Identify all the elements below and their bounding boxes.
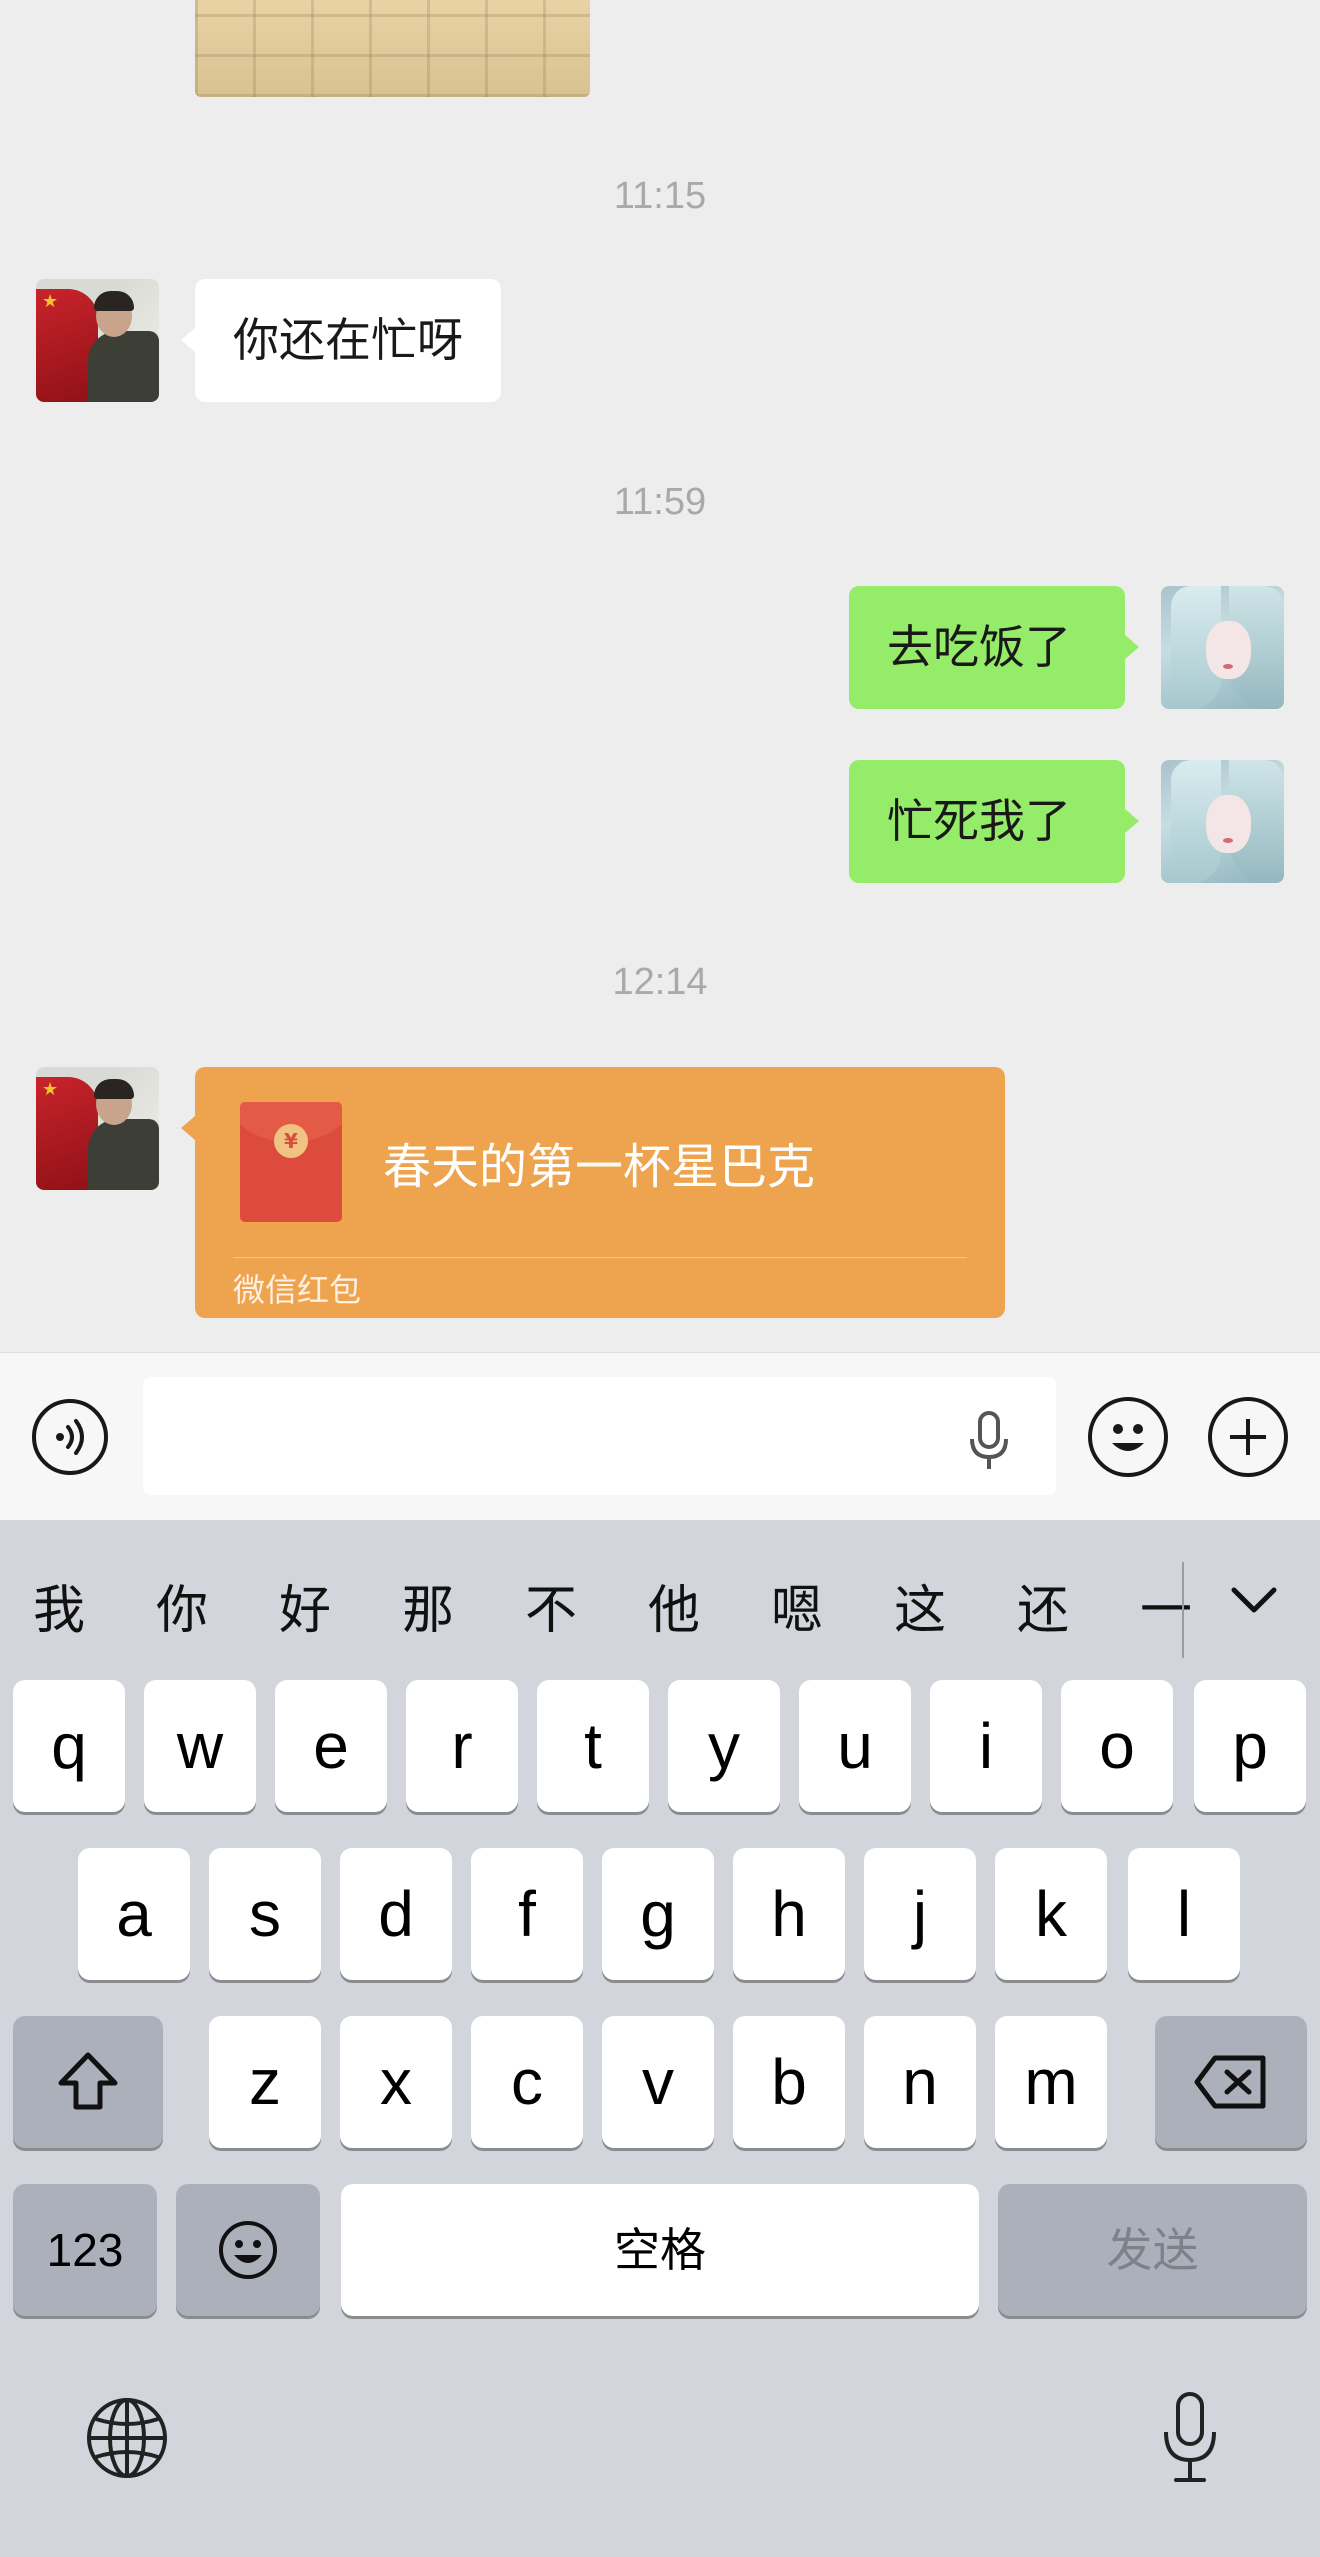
key-a[interactable]: a (78, 1848, 190, 1980)
red-packet-icon: ¥ (240, 1102, 342, 1222)
candidate-word[interactable]: 那 (402, 1568, 454, 1643)
candidate-divider (1182, 1562, 1184, 1658)
message-bubble-incoming[interactable]: 你还在忙呀 (195, 279, 501, 402)
candidate-word[interactable]: 这 (894, 1568, 946, 1643)
key-s[interactable]: s (209, 1848, 321, 1980)
microphone-icon[interactable] (962, 1409, 1016, 1473)
candidate-word[interactable]: 还 (1017, 1568, 1069, 1643)
numbers-key[interactable]: 123 (13, 2184, 157, 2316)
key-k[interactable]: k (995, 1848, 1107, 1980)
keyboard: 我 你 好 那 不 他 嗯 这 还 一 q w e r t y u i o p … (0, 1520, 1320, 2557)
bubble-tail (1125, 809, 1139, 833)
chat-area: 11:15 ★ 你还在忙呀 11:59 去吃饭了 忙死我了 12:14 ★ ¥ … (0, 0, 1320, 1352)
friend-avatar[interactable]: ★ (36, 1067, 159, 1190)
key-w[interactable]: w (144, 1680, 256, 1812)
key-n[interactable]: n (864, 2016, 976, 2148)
message-bubble-outgoing[interactable]: 忙死我了 (849, 760, 1125, 883)
bubble-tail (1125, 635, 1139, 659)
candidate-word[interactable]: 他 (648, 1568, 700, 1643)
key-r[interactable]: r (406, 1680, 518, 1812)
key-o[interactable]: o (1061, 1680, 1173, 1812)
my-avatar[interactable] (1161, 586, 1284, 709)
bubble-tail (181, 328, 195, 352)
bubble-tail (181, 1116, 195, 1140)
key-j[interactable]: j (864, 1848, 976, 1980)
plus-icon[interactable] (1208, 1397, 1288, 1477)
key-z[interactable]: z (209, 2016, 321, 2148)
key-b[interactable]: b (733, 2016, 845, 2148)
emoji-key[interactable] (176, 2184, 320, 2316)
key-l[interactable]: l (1128, 1848, 1240, 1980)
candidate-word[interactable]: 一 (1140, 1568, 1192, 1643)
yuan-icon: ¥ (274, 1124, 308, 1158)
divider (233, 1257, 967, 1258)
key-q[interactable]: q (13, 1680, 125, 1812)
candidate-word[interactable]: 你 (156, 1568, 208, 1643)
dictation-microphone-icon[interactable] (1160, 2390, 1220, 2486)
key-d[interactable]: d (340, 1848, 452, 1980)
key-c[interactable]: c (471, 2016, 583, 2148)
timestamp: 11:15 (613, 175, 707, 217)
my-avatar[interactable] (1161, 760, 1284, 883)
space-key[interactable]: 空格 (341, 2184, 979, 2316)
shift-key[interactable] (13, 2016, 163, 2148)
key-x[interactable]: x (340, 2016, 452, 2148)
key-v[interactable]: v (602, 2016, 714, 2148)
red-packet-message[interactable]: ¥ 春天的第一杯星巴克 微信红包 (195, 1067, 1005, 1318)
timestamp: 12:14 (612, 961, 708, 1003)
candidate-word[interactable]: 嗯 (771, 1568, 823, 1643)
chevron-down-icon[interactable] (1226, 1572, 1282, 1628)
red-packet-label: 微信红包 (233, 1271, 362, 1309)
send-key[interactable]: 发送 (998, 2184, 1307, 2316)
key-i[interactable]: i (930, 1680, 1042, 1812)
timestamp: 11:59 (613, 481, 707, 523)
candidate-word[interactable]: 好 (279, 1568, 331, 1643)
key-f[interactable]: f (471, 1848, 583, 1980)
friend-avatar[interactable]: ★ (36, 279, 159, 402)
image-message[interactable] (195, 0, 590, 97)
key-t[interactable]: t (537, 1680, 649, 1812)
key-u[interactable]: u (799, 1680, 911, 1812)
message-bubble-outgoing[interactable]: 去吃饭了 (849, 586, 1125, 709)
candidate-word[interactable]: 我 (33, 1568, 85, 1643)
voice-toggle-icon[interactable] (32, 1399, 108, 1475)
key-y[interactable]: y (668, 1680, 780, 1812)
backspace-key[interactable] (1155, 2016, 1307, 2148)
key-p[interactable]: p (1194, 1680, 1306, 1812)
key-m[interactable]: m (995, 2016, 1107, 2148)
message-input[interactable] (143, 1377, 1056, 1495)
key-h[interactable]: h (733, 1848, 845, 1980)
globe-icon[interactable] (84, 2395, 170, 2481)
candidate-word[interactable]: 不 (525, 1568, 577, 1643)
input-bar (0, 1352, 1320, 1521)
red-packet-title: 春天的第一杯星巴克 (383, 1139, 816, 1195)
key-e[interactable]: e (275, 1680, 387, 1812)
emoji-icon[interactable] (1088, 1397, 1168, 1477)
key-g[interactable]: g (602, 1848, 714, 1980)
